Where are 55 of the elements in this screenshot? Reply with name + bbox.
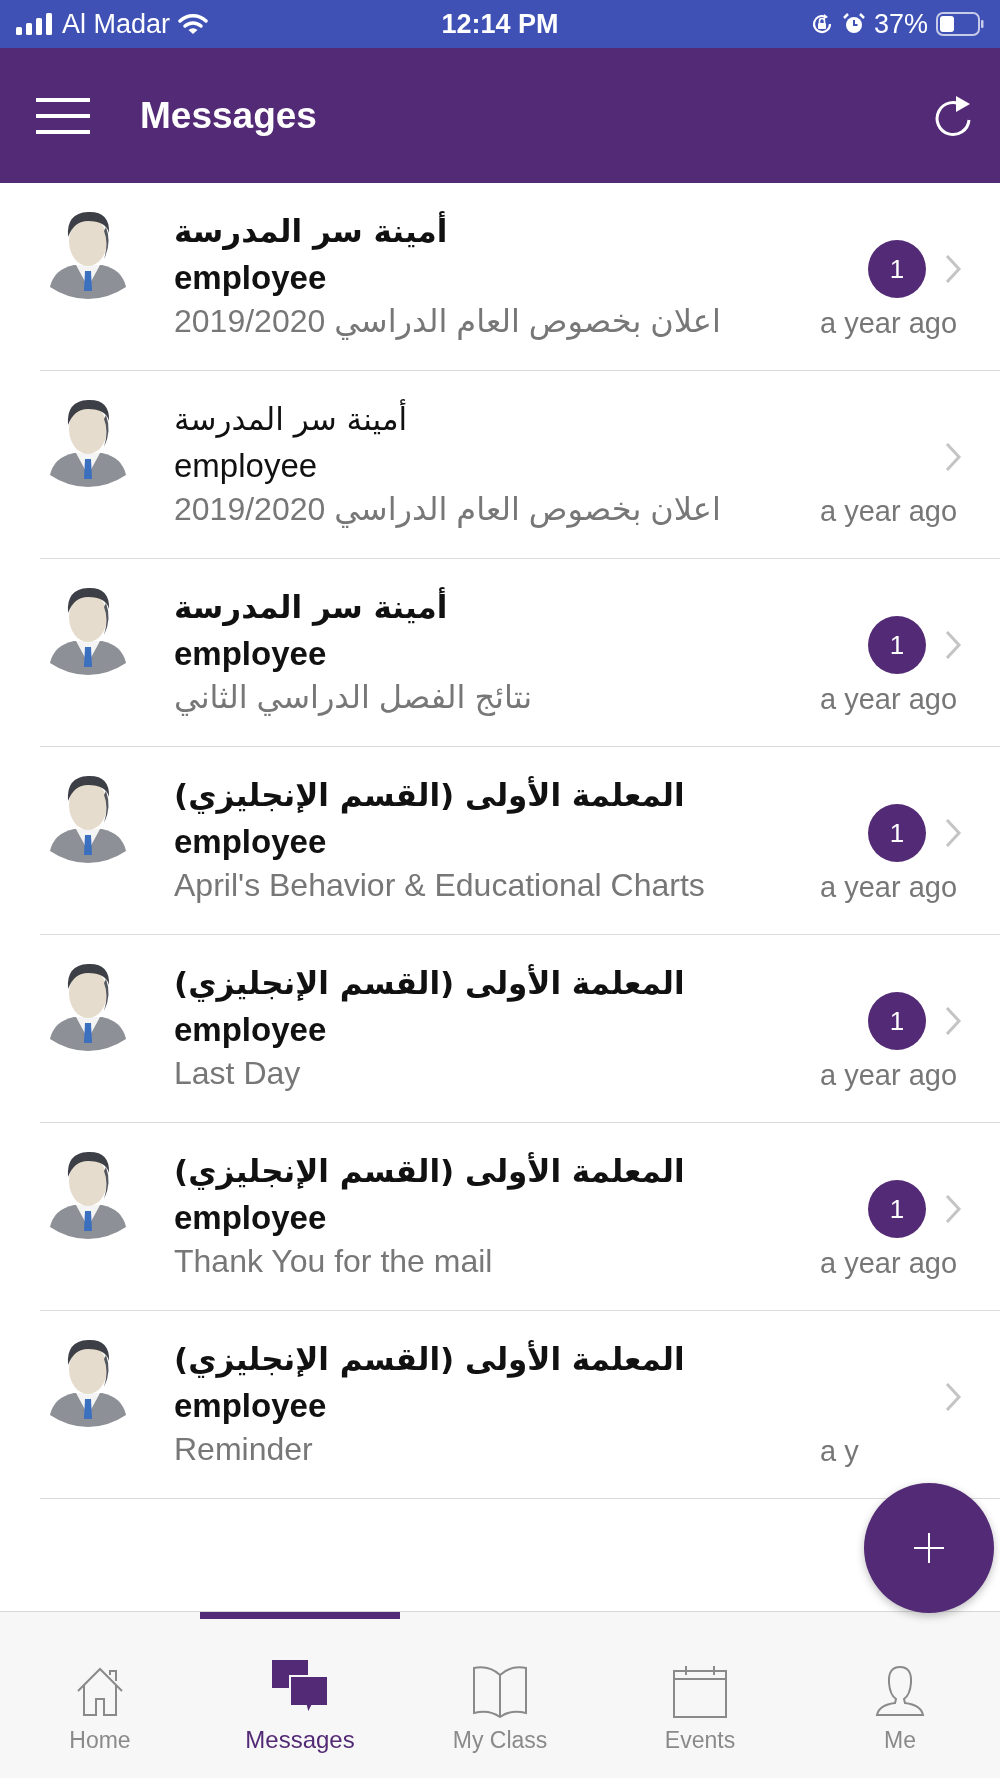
carrier-name: Al Madar — [62, 8, 171, 40]
book-icon — [471, 1663, 529, 1719]
plus-icon — [913, 1532, 945, 1564]
message-time: a year ago — [820, 870, 958, 905]
message-time: a year ago — [820, 1246, 958, 1281]
page-title: Messages — [140, 94, 317, 137]
sender-name: أمينة سر المدرسة — [174, 586, 449, 628]
alarm-icon — [841, 12, 866, 36]
message-subject: Reminder — [174, 1430, 314, 1469]
message-time: a y — [820, 1434, 859, 1469]
wifi-icon — [178, 13, 209, 35]
sender-role: employee — [174, 1386, 328, 1426]
message-time: a year ago — [820, 682, 958, 717]
message-subject: اعلان بخصوص العام الدراسي 2019/2020 — [174, 490, 722, 529]
sender-role: employee — [174, 1010, 328, 1050]
message-subject: Thank You for the mail — [174, 1242, 494, 1281]
chevron-icon — [944, 1193, 962, 1225]
message-subject: Last Day — [174, 1054, 302, 1093]
chevron-icon — [944, 253, 962, 285]
sender-role: employee — [174, 822, 328, 862]
chevron-icon — [944, 817, 962, 849]
message-time: a year ago — [820, 1058, 958, 1093]
sender-name: المعلمة الأولى (القسم الإنجليزي) — [174, 775, 686, 816]
chevron-icon — [944, 441, 962, 473]
person-icon — [875, 1663, 925, 1719]
message-time: a year ago — [820, 494, 958, 529]
chevron-icon — [944, 1005, 962, 1037]
sender-name: المعلمة الأولى (القسم الإنجليزي) — [174, 1339, 686, 1380]
battery-icon — [936, 12, 984, 36]
chevron-icon — [944, 1381, 962, 1413]
sender-role: employee — [174, 1198, 328, 1238]
unread-count-badge: 1 — [868, 992, 926, 1050]
battery-percent: 37% — [873, 8, 928, 40]
sender-role: employee — [174, 634, 328, 674]
tab-item[interactable]: Messages — [200, 1612, 400, 1778]
sender-name: المعلمة الأولى (القسم الإنجليزي) — [174, 1151, 686, 1192]
sender-name: أمينة سر المدرسة — [174, 210, 449, 252]
chevron-icon — [944, 629, 962, 661]
clock-time: 12:14 PM — [441, 8, 559, 40]
message-subject: اعلان بخصوص العام الدراسي 2019/2020 — [174, 302, 722, 341]
menu-icon — [34, 96, 92, 135]
sender-name: المعلمة الأولى (القسم الإنجليزي) — [174, 963, 686, 1004]
message-subject: نتائج الفصل الدراسي الثاني — [174, 678, 534, 717]
sender-role: employee — [174, 258, 328, 298]
signal-icon — [16, 13, 54, 35]
unread-count-badge: 1 — [868, 616, 926, 674]
message-time: a year ago — [820, 306, 958, 341]
unread-count-badge: 1 — [868, 240, 926, 298]
calendar-icon — [672, 1663, 728, 1719]
sender-role: employee — [174, 446, 319, 486]
message-subject: April's Behavior & Educational Charts — [174, 866, 706, 905]
sender-name: أمينة سر المدرسة — [174, 398, 409, 440]
unread-count-badge: 1 — [868, 1180, 926, 1238]
unread-count-badge: 1 — [868, 804, 926, 862]
compose-button[interactable] — [864, 1483, 994, 1613]
